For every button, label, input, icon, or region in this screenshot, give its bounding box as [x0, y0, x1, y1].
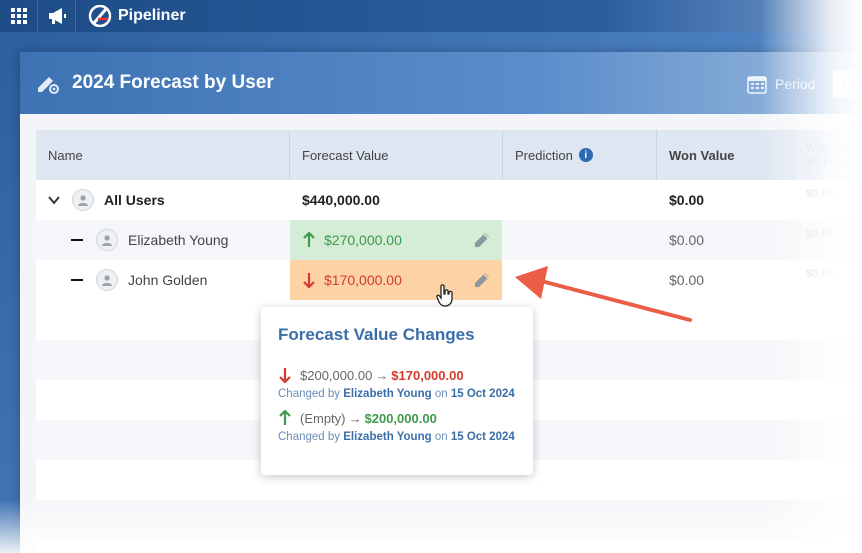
app-name: Pipeliner: [118, 7, 186, 24]
collapse-toggle[interactable]: [48, 180, 60, 220]
won-vs-value: $0.00: [806, 228, 834, 240]
column-header-won[interactable]: Won Value: [657, 130, 794, 180]
megaphone-icon: [48, 8, 66, 24]
prediction-header-label: Prediction: [515, 147, 573, 163]
column-header-forecast[interactable]: Forecast Value: [290, 130, 503, 180]
won-vs-header-line1: Won Valu: [806, 142, 853, 154]
change-arrow: →: [375, 367, 389, 383]
changed-by-user: Elizabeth Young: [343, 388, 432, 400]
user-icon: [102, 235, 112, 246]
column-header-prediction[interactable]: Prediction i: [503, 130, 657, 180]
change-entry: $200,000.00 → $170,000.00 Changed by Eli…: [278, 367, 516, 401]
forecast-cell[interactable]: $270,000.00: [290, 220, 502, 260]
change-from: (Empty): [300, 410, 346, 426]
change-arrow: →: [348, 410, 362, 426]
change-from: $200,000.00: [300, 367, 373, 383]
avatar: [72, 189, 94, 211]
change-date: 15 Oct 2024: [450, 388, 515, 400]
info-icon[interactable]: i: [578, 148, 593, 162]
pencil-icon[interactable]: [472, 270, 492, 290]
change-meta: Changed by Elizabeth Young on 15 Oct 202…: [278, 431, 516, 443]
arrow-down-icon: [303, 273, 315, 288]
table-header: Name Forecast Value Prediction i Won Val…: [36, 130, 862, 180]
page-title: 2024 Forecast by User: [72, 72, 274, 93]
change-meta: Changed by Elizabeth Young on 15 Oct 202…: [278, 388, 516, 400]
forecast-changes-popup: Forecast Value Changes $200,000.00 → $17…: [261, 307, 533, 475]
top-bar: Pipeliner: [0, 0, 862, 32]
won-value: $0.00: [669, 192, 705, 208]
edit-settings-icon: [34, 69, 62, 97]
changed-by-label: Changed by: [278, 431, 341, 443]
avatar-cell: [96, 220, 118, 260]
user-name[interactable]: All Users: [104, 180, 165, 220]
avatar: [96, 269, 118, 291]
changed-by-label: Changed by: [278, 388, 341, 400]
popup-title: Forecast Value Changes: [278, 325, 475, 344]
pencil-icon[interactable]: [472, 230, 492, 250]
won-vs-value: $0.00: [806, 268, 834, 280]
won-value: $0.00: [669, 272, 705, 288]
column-header-name[interactable]: Name: [36, 130, 290, 180]
table-row[interactable]: Elizabeth Young $270,000.00 $0.00 $0.00: [36, 220, 862, 260]
apps-grid-button[interactable]: [0, 0, 38, 32]
change-entry: (Empty) → $200,000.00 Changed by Elizabe…: [278, 410, 516, 443]
apps-grid-icon: [10, 8, 27, 24]
hand-cursor-icon: [436, 284, 453, 307]
forecast-value: $170,000.00: [324, 272, 402, 288]
tree-line-icon: [71, 260, 83, 300]
arrow-up-icon: [279, 410, 291, 425]
arrow-up-icon: [303, 232, 315, 247]
changed-by-user: Elizabeth Young: [343, 431, 432, 443]
on-label: on: [434, 431, 448, 443]
table-row[interactable]: All Users $440,000.00 $0.00 $0.00: [36, 180, 862, 220]
arrow-down-icon: [279, 368, 291, 383]
calendar-icon: [747, 76, 767, 94]
announcements-button[interactable]: [38, 0, 76, 32]
period-selector[interactable]: Period: De: [747, 70, 862, 98]
column-header-won-vs-forecast[interactable]: Won Valu vs. Fore: [794, 130, 862, 180]
app-logo[interactable]: Pipeliner: [88, 5, 186, 27]
change-to: $200,000.00: [364, 410, 437, 426]
avatar-cell: [72, 180, 94, 220]
user-icon: [102, 275, 112, 286]
forecast-value: $440,000.00: [302, 192, 380, 208]
empty-row: [36, 500, 862, 540]
user-name[interactable]: John Golden: [128, 260, 207, 300]
forecast-value: $270,000.00: [324, 232, 402, 248]
avatar-cell: [96, 260, 118, 300]
window-header: 2024 Forecast by User Period: De: [20, 52, 862, 114]
won-value: $0.00: [669, 232, 705, 248]
user-name[interactable]: Elizabeth Young: [128, 220, 228, 260]
won-vs-value: $0.00: [806, 188, 834, 200]
change-to: $170,000.00: [391, 367, 464, 383]
user-icon: [78, 195, 88, 206]
forecast-cell[interactable]: $170,000.00: [290, 260, 502, 300]
period-select[interactable]: De: [833, 70, 862, 98]
chevron-down-icon: [48, 196, 60, 205]
won-vs-header-line2: vs. Fore: [806, 156, 846, 168]
pipeliner-logo-icon: [88, 5, 112, 27]
avatar: [96, 229, 118, 251]
period-label: Period:: [775, 76, 820, 92]
tree-line-icon: [71, 220, 83, 260]
on-label: on: [434, 388, 448, 400]
change-date: 15 Oct 2024: [450, 431, 515, 443]
